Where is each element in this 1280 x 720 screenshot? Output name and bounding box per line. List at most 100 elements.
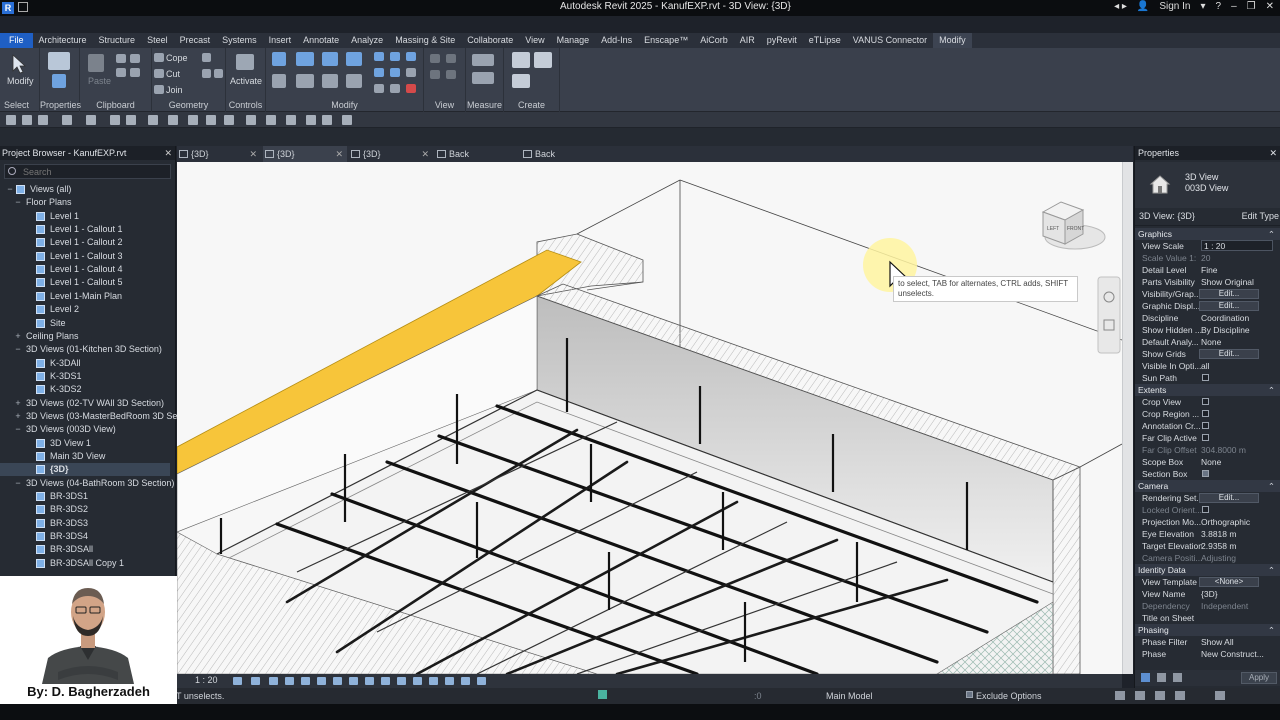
apply-button[interactable]: Apply	[1241, 672, 1277, 684]
tab-manage[interactable]: Manage	[551, 33, 596, 48]
property-checkbox[interactable]	[1202, 398, 1209, 405]
dimension-icon[interactable]	[472, 72, 494, 84]
property-checkbox[interactable]	[1202, 374, 1209, 381]
tab-structure[interactable]: Structure	[93, 33, 142, 48]
toolbar-tool-icon[interactable]	[126, 115, 136, 125]
tree-view-item[interactable]: K-3DAll	[0, 357, 170, 370]
property-value[interactable]: Show Original	[1201, 276, 1273, 288]
view-control-icon[interactable]	[445, 677, 454, 685]
trim-icon[interactable]	[346, 74, 362, 88]
cut-icon[interactable]	[116, 54, 126, 63]
move-icon[interactable]	[272, 74, 286, 88]
property-section-graphics[interactable]: Graphics ⌃	[1135, 228, 1280, 240]
tree-folder-item[interactable]: − Views (all)	[0, 183, 170, 196]
create-assembly-icon[interactable]	[512, 52, 530, 68]
sign-in-link[interactable]: Sign In	[1159, 1, 1190, 12]
help-icon[interactable]: ?	[1216, 1, 1222, 12]
property-value[interactable]: By Discipline	[1201, 324, 1273, 336]
view-tab[interactable]: Back	[435, 146, 519, 162]
view-tab[interactable]: {3D} ✕	[349, 146, 433, 162]
view-tab[interactable]: Back	[521, 146, 605, 162]
property-checkbox[interactable]	[1202, 470, 1209, 477]
tree-view-item[interactable]: BR-3DS2	[0, 503, 170, 516]
tab-add-ins[interactable]: Add-Ins	[595, 33, 638, 48]
collapse-icon[interactable]: ⌃	[1268, 228, 1275, 240]
tree-view-item[interactable]: Level 1	[0, 210, 170, 223]
tab-aicorb[interactable]: AiCorb	[694, 33, 734, 48]
3d-model-drawing[interactable]: LEFT FRONT	[177, 162, 1122, 674]
view-control-icon[interactable]	[333, 677, 342, 685]
select-underlay-icon[interactable]	[1155, 691, 1165, 700]
tree-view-item[interactable]: BR-3DSAll	[0, 543, 170, 556]
properties-tool-icon[interactable]	[1157, 673, 1166, 682]
pin-icon[interactable]	[390, 68, 400, 77]
property-value[interactable]: Coordination	[1201, 312, 1273, 324]
tree-view-item[interactable]: BR-3DS3	[0, 517, 170, 530]
collapse-icon[interactable]: −	[14, 343, 22, 356]
tab-vanus-connector[interactable]: VANUS Connector	[847, 33, 933, 48]
toolbar-tool-icon[interactable]	[266, 115, 276, 125]
expand-icon[interactable]: +	[14, 397, 22, 410]
active-model-label[interactable]: Main Model	[826, 691, 873, 701]
close-icon[interactable]: ✕	[164, 146, 172, 160]
unpin-icon[interactable]	[406, 68, 416, 77]
selection-filter-icon[interactable]	[1115, 691, 1125, 700]
close-icon[interactable]: ✕	[1269, 146, 1277, 160]
modify-tool-icon[interactable]	[374, 84, 384, 93]
properties-tool-icon[interactable]	[1173, 673, 1182, 682]
tab-etlipse[interactable]: eTLipse	[803, 33, 847, 48]
tab-annotate[interactable]: Annotate	[297, 33, 345, 48]
tree-view-item[interactable]: 3D View 1	[0, 437, 170, 450]
view-control-icon[interactable]	[461, 677, 470, 685]
toolbar-tool-icon[interactable]	[188, 115, 198, 125]
measure-icon[interactable]	[472, 54, 494, 66]
paste-icon[interactable]	[88, 54, 104, 72]
join-icon[interactable]	[154, 85, 164, 94]
ribbon-group-label[interactable]: Select	[0, 100, 39, 110]
view-scale-control[interactable]: 1 : 20	[195, 675, 218, 685]
create-group-icon[interactable]	[512, 74, 530, 88]
cart-icon[interactable]: ▾	[1200, 1, 1205, 12]
modify-tool-icon[interactable]	[390, 84, 400, 93]
geometry-tool-icon[interactable]	[214, 69, 223, 78]
tab-view[interactable]: View	[519, 33, 550, 48]
modify-cursor-icon[interactable]	[10, 54, 28, 74]
search-input[interactable]	[23, 166, 163, 177]
tab-file[interactable]: File	[0, 33, 33, 48]
tree-view-item[interactable]: Site	[0, 317, 170, 330]
cut-button[interactable]: Cut	[166, 69, 180, 79]
tree-folder-item[interactable]: −3D Views (01-Kitchen 3D Section)	[0, 343, 170, 356]
tree-view-item[interactable]: BR-3DS1	[0, 490, 170, 503]
viewport-scrollbar[interactable]	[1122, 162, 1133, 674]
toolbar-tool-icon[interactable]	[6, 115, 16, 125]
view-control-icon[interactable]	[477, 677, 486, 685]
mirror-draw-icon[interactable]	[346, 52, 362, 66]
view-tool-icon[interactable]	[446, 70, 456, 79]
toolbar-tool-icon[interactable]	[306, 115, 316, 125]
tree-view-item[interactable]: Level 1-Main Plan	[0, 290, 170, 303]
delete-icon[interactable]	[406, 84, 416, 93]
property-section-identity-data[interactable]: Identity Data ⌃	[1135, 564, 1280, 576]
view-control-icon[interactable]	[349, 677, 358, 685]
select-links-icon[interactable]	[1135, 691, 1145, 700]
minimize-icon[interactable]: –	[1231, 1, 1237, 12]
tab-massing-site[interactable]: Massing & Site	[389, 33, 461, 48]
worksharing-icon[interactable]	[598, 690, 607, 699]
tab-precast[interactable]: Precast	[174, 33, 217, 48]
tab-air[interactable]: AIR	[734, 33, 761, 48]
property-value[interactable]: New Construct...	[1201, 648, 1273, 660]
property-edit-button[interactable]: <None>	[1199, 577, 1259, 587]
view-control-icon[interactable]	[317, 677, 326, 685]
user-icon[interactable]: 👤	[1137, 1, 1149, 12]
view-control-icon[interactable]	[251, 677, 260, 685]
tree-view-item[interactable]: K-3DS2	[0, 383, 170, 396]
create-parts-icon[interactable]	[534, 52, 552, 68]
tab-architecture[interactable]: Architecture	[33, 33, 93, 48]
properties-help-icon[interactable]	[1141, 673, 1150, 682]
toolbar-tool-icon[interactable]	[286, 115, 296, 125]
toolbar-tool-icon[interactable]	[206, 115, 216, 125]
tree-view-item[interactable]: Level 1 - Callout 4	[0, 263, 170, 276]
view-control-icon[interactable]	[413, 677, 422, 685]
toolbar-tool-icon[interactable]	[246, 115, 256, 125]
toolbar-tool-icon[interactable]	[148, 115, 158, 125]
